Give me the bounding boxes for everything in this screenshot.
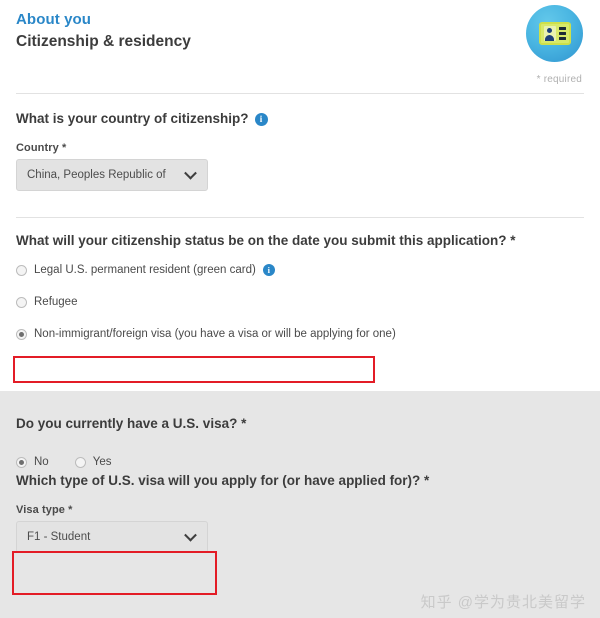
question-label-has-visa: Do you currently have a U.S. visa? * (16, 416, 247, 431)
country-select-value: China, Peoples Republic of (27, 169, 166, 181)
radio-label-non-immigrant: Non-immigrant/foreign visa (you have a v… (34, 328, 396, 340)
watermark: 知乎 @学为贵北美留学 (420, 594, 586, 611)
visa-type-select-value: F1 - Student (27, 531, 91, 543)
question-text-status: What will your citizenship status be on … (16, 232, 584, 250)
radio-refugee[interactable] (16, 296, 27, 308)
divider-top (16, 93, 584, 94)
info-icon-country[interactable]: i (254, 112, 268, 126)
status-radio-group: Legal U.S. permanent resident (green car… (16, 260, 584, 344)
radio-option-refugee[interactable]: Refugee (16, 292, 584, 312)
question-text-country: What is your country of citizenship? i (16, 110, 584, 128)
visa-type-select[interactable]: F1 - Student (16, 521, 208, 553)
info-icon-green-card[interactable]: i (262, 264, 275, 276)
radio-label-yes: Yes (92, 456, 112, 468)
form-header: About you Citizenship & residency (0, 0, 600, 62)
page-title: Citizenship & residency (16, 33, 191, 50)
question-label-visa-type: Which type of U.S. visa will you apply f… (16, 473, 430, 488)
question-text-has-visa: Do you currently have a U.S. visa? * (16, 391, 584, 433)
radio-option-non-immigrant[interactable]: Non-immigrant/foreign visa (you have a v… (16, 324, 584, 344)
chevron-down-icon-visa-type (184, 528, 197, 542)
radio-option-no[interactable]: No (16, 452, 49, 472)
radio-green-card[interactable] (16, 264, 27, 276)
radio-label-refugee: Refugee (34, 296, 78, 308)
annotation-box-non-immigrant-option (13, 356, 375, 383)
country-field-label: Country * (16, 142, 67, 154)
section-eyebrow: About you (16, 11, 92, 28)
question-label-status: What will your citizenship status be on … (16, 233, 516, 248)
radio-option-yes[interactable]: Yes (74, 452, 112, 472)
question-citizenship-country: What is your country of citizenship? i C… (0, 110, 600, 191)
question-label-country: What is your country of citizenship? (16, 111, 249, 126)
radio-label-green-card: Legal U.S. permanent resident (green car… (34, 264, 256, 276)
radio-yes[interactable] (74, 456, 86, 468)
id-card-lines (558, 27, 566, 40)
required-note: * required (536, 74, 582, 85)
person-photo-icon (543, 26, 556, 41)
question-text-visa-type: Which type of U.S. visa will you apply f… (16, 472, 584, 490)
id-card-badge (526, 5, 583, 62)
radio-label-no: No (34, 456, 49, 468)
country-select[interactable]: China, Peoples Republic of (16, 159, 208, 191)
visa-type-field-label: Visa type * (16, 504, 73, 516)
radio-option-green-card[interactable]: Legal U.S. permanent resident (green car… (16, 260, 584, 280)
id-card-icon (538, 22, 571, 45)
has-visa-radio-group: No Yes (16, 452, 584, 472)
radio-non-immigrant[interactable] (16, 328, 27, 340)
chevron-down-icon-country (184, 166, 197, 180)
question-citizenship-status: What will your citizenship status be on … (0, 232, 600, 344)
country-field: Country * China, Peoples Republic of (16, 142, 584, 191)
citizenship-residency-form: About you Citizenship & residency * requ… (0, 0, 600, 618)
visa-details-panel: Do you currently have a U.S. visa? * No … (0, 391, 600, 618)
radio-no[interactable] (16, 456, 27, 468)
divider-middle (16, 217, 584, 218)
visa-type-field: Visa type * F1 - Student (16, 504, 584, 553)
